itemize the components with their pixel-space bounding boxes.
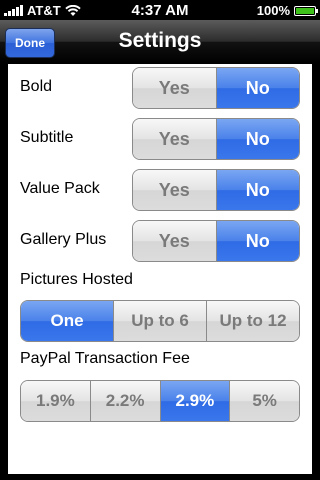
navigation-bar: Done Settings (0, 20, 320, 64)
bold-yes-button[interactable]: Yes (133, 68, 217, 108)
value-pack-no-button[interactable]: No (216, 170, 299, 210)
status-right: 100% (256, 3, 318, 18)
option-label-gallery-plus: Gallery Plus (20, 231, 107, 248)
pictures-hosted-up-to-6[interactable]: Up to 6 (114, 301, 207, 341)
option-label-value-pack: Value Pack (20, 180, 100, 197)
value-pack-yes-button[interactable]: Yes (133, 170, 217, 210)
battery-icon (294, 5, 318, 16)
paypal-fee-2-2[interactable]: 2.2% (90, 381, 161, 421)
paypal-fee-1-9[interactable]: 1.9% (21, 381, 91, 421)
toggle-value-pack: Yes No (132, 169, 300, 211)
toggle-gallery-plus: Yes No (132, 220, 300, 262)
paypal-fee-2-9[interactable]: 2.9% (160, 381, 231, 421)
toggle-subtitle: Yes No (132, 118, 300, 160)
battery-percent: 100% (256, 3, 290, 18)
page-title: Settings (118, 29, 202, 52)
pictures-hosted-up-to-12[interactable]: Up to 12 (207, 301, 299, 341)
subtitle-yes-button[interactable]: Yes (133, 119, 217, 159)
subtitle-no-button[interactable]: No (216, 119, 299, 159)
pictures-hosted-one[interactable]: One (21, 301, 114, 341)
option-label-bold: Bold (20, 78, 53, 95)
paypal-fee-label: PayPal Transaction Fee (20, 350, 190, 367)
bold-no-button[interactable]: No (216, 68, 299, 108)
pictures-hosted-label: Pictures Hosted (20, 271, 133, 288)
status-bar: AT&T 4:37 AM 100% (0, 0, 320, 20)
gallery-plus-yes-button[interactable]: Yes (133, 221, 217, 261)
pictures-hosted-control: One Up to 6 Up to 12 (20, 300, 300, 342)
toggle-bold: Yes No (132, 67, 300, 109)
paypal-fee-control: 1.9% 2.2% 2.9% 5% (20, 380, 300, 422)
option-label-subtitle: Subtitle (20, 129, 74, 146)
paypal-fee-5[interactable]: 5% (230, 381, 299, 421)
settings-panel: Bold Yes No Subtitle Yes No Value Pack Y… (8, 64, 312, 474)
gallery-plus-no-button[interactable]: No (216, 221, 299, 261)
